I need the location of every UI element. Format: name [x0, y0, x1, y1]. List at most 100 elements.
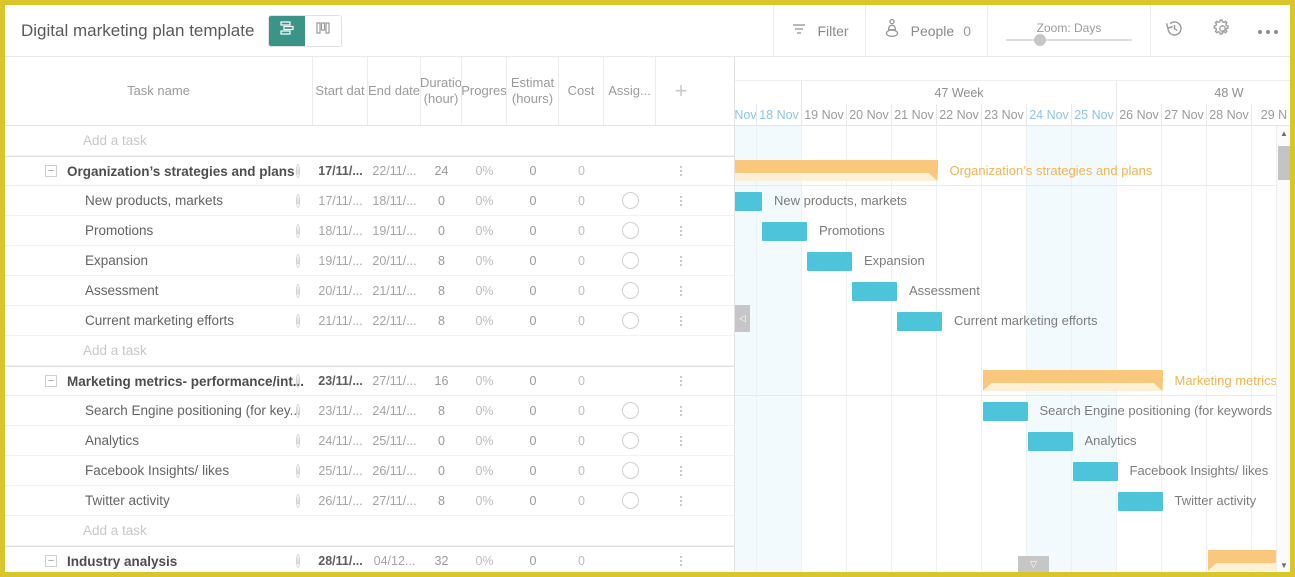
row-menu-button[interactable] — [680, 225, 682, 236]
task-group-row[interactable]: − Organization’s strategies and plans i 17/… — [5, 156, 734, 186]
add-task-row[interactable]: Add a task — [5, 336, 734, 366]
table-row[interactable]: Analytics i 24/11/... 25/11/... 0 0% 0 0 — [5, 426, 734, 456]
assignee-avatar-placeholder[interactable] — [621, 312, 639, 329]
assignee-cell — [604, 216, 656, 245]
assignee-avatar-placeholder[interactable] — [621, 282, 639, 299]
row-menu-button[interactable] — [680, 556, 682, 566]
table-row[interactable]: Current marketing efforts i 21/11/... 22/11… — [5, 306, 734, 336]
row-menu-button[interactable] — [680, 285, 682, 296]
table-row[interactable]: Expansion i 19/11/... 20/11/... 8 0% 0 0 — [5, 246, 734, 276]
group-collapse-toggle[interactable]: − — [45, 555, 57, 567]
column-header-end[interactable]: End date — [368, 57, 421, 125]
gantt-task-bar[interactable] — [735, 192, 762, 211]
table-row[interactable]: Search Engine positioning (for key... i 23… — [5, 396, 734, 426]
gantt-task-bar[interactable] — [897, 312, 942, 331]
info-icon[interactable]: i — [295, 493, 301, 508]
history-button[interactable] — [1150, 5, 1198, 56]
column-header-cost[interactable]: Cost — [559, 57, 604, 125]
info-icon[interactable]: i — [295, 223, 301, 238]
gantt-task-bar[interactable] — [852, 282, 897, 301]
gantt-day-header: 19 Nov — [802, 104, 847, 126]
add-task-label[interactable]: Add a task — [83, 343, 147, 358]
column-header-name[interactable]: Task name — [5, 57, 313, 125]
table-row[interactable]: Assessment i 20/11/... 21/11/... 8 0% 0 0 — [5, 276, 734, 306]
info-icon[interactable]: i — [295, 253, 301, 268]
table-row[interactable]: Facebook Insights/ likes i 25/11/... 26/11/… — [5, 456, 734, 486]
row-menu-button[interactable] — [680, 376, 682, 386]
scroll-down-arrow[interactable]: ▼ — [1277, 558, 1290, 572]
board-view-button[interactable] — [305, 15, 342, 46]
vertical-scrollbar[interactable]: ▲ ▼ — [1276, 126, 1290, 572]
gantt-task-bar[interactable] — [1027, 432, 1073, 451]
duration-cell: 8 — [421, 396, 462, 425]
cost-value: 0 — [578, 403, 585, 418]
zoom-slider-thumb[interactable] — [1034, 33, 1046, 46]
collapse-down-handle[interactable]: ▽ — [1018, 556, 1049, 572]
gantt-day-header: 24 Nov — [1027, 104, 1072, 126]
task-group-row[interactable]: − Marketing metrics- performance/int... i 2… — [5, 366, 734, 396]
start-date-cell: 18/11/... — [313, 216, 368, 245]
add-task-label[interactable]: Add a task — [83, 133, 147, 148]
gantt-task-bar[interactable] — [1117, 492, 1163, 511]
zoom-control[interactable]: Zoom: Days — [987, 5, 1150, 56]
info-icon[interactable]: i — [295, 283, 301, 298]
info-icon[interactable]: i — [295, 313, 301, 328]
column-header-duration[interactable]: Duratio (hour) — [421, 57, 462, 125]
task-name-wrap: − Industry analysis — [5, 554, 313, 569]
gantt-summary-bar[interactable] — [735, 160, 938, 181]
add-task-row[interactable]: Add a task — [5, 516, 734, 546]
more-options-button[interactable] — [1246, 5, 1290, 56]
table-row[interactable]: Promotions i 18/11/... 19/11/... 0 0% 0 0 — [5, 216, 734, 246]
filter-button[interactable]: Filter — [773, 5, 864, 56]
group-collapse-toggle[interactable]: − — [45, 375, 57, 387]
task-group-row[interactable]: − Industry analysis i 28/11/... 04/12... 32 0%… — [5, 546, 734, 572]
gantt-task-bar[interactable] — [762, 222, 807, 241]
row-menu-button[interactable] — [680, 465, 682, 476]
assignee-avatar-placeholder[interactable] — [621, 462, 639, 479]
add-task-label[interactable]: Add a task — [83, 523, 147, 538]
assignee-avatar-placeholder[interactable] — [621, 402, 639, 419]
column-header-estimate[interactable]: Estimat (hours) — [507, 57, 559, 125]
row-menu-button[interactable] — [680, 166, 682, 176]
row-menu-button[interactable] — [680, 405, 682, 416]
column-header-progress[interactable]: Progres — [462, 57, 507, 125]
row-menu-button[interactable] — [680, 315, 682, 326]
settings-button[interactable] — [1198, 5, 1246, 56]
row-menu-button[interactable] — [680, 435, 682, 446]
gantt-task-bar[interactable] — [807, 252, 852, 271]
gantt-task-bar[interactable] — [1072, 462, 1118, 481]
column-header-assignee[interactable]: Assig... — [604, 57, 656, 125]
group-collapse-toggle[interactable]: − — [45, 165, 57, 177]
table-row[interactable]: New products, markets i 17/11/... 18/11/...… — [5, 186, 734, 216]
scrollbar-thumb[interactable] — [1278, 146, 1290, 180]
gantt-task-bar[interactable] — [982, 402, 1028, 421]
column-header-start[interactable]: Start dat — [313, 57, 368, 125]
assignee-avatar-placeholder[interactable] — [621, 432, 639, 449]
people-button[interactable]: People 0 — [864, 5, 987, 56]
gantt-summary-bar[interactable] — [982, 370, 1163, 391]
table-row[interactable]: Twitter activity i 26/11/... 27/11/... 8 0% 0 0 — [5, 486, 734, 516]
task-name-wrap: Expansion — [5, 253, 313, 268]
assignee-avatar-placeholder[interactable] — [621, 492, 639, 509]
info-icon[interactable]: i — [295, 403, 301, 418]
row-menu-cell — [656, 276, 706, 305]
collapse-left-handle[interactable]: ◁ — [735, 305, 750, 332]
assignee-avatar-placeholder[interactable] — [621, 252, 639, 269]
estimate-value: 0 — [529, 403, 537, 418]
assignee-avatar-placeholder[interactable] — [621, 222, 639, 239]
info-icon[interactable]: i — [295, 193, 301, 208]
add-column-button[interactable]: + — [656, 57, 706, 125]
gantt-view-button[interactable] — [269, 15, 306, 46]
task-name-label: Organization’s strategies and plans — [67, 163, 295, 179]
info-icon[interactable]: i — [295, 433, 301, 448]
add-task-row[interactable]: Add a task — [5, 126, 734, 156]
scroll-up-arrow[interactable]: ▲ — [1277, 126, 1290, 140]
row-menu-button[interactable] — [680, 255, 682, 266]
cost-value: 0 — [578, 374, 585, 388]
info-icon[interactable]: i — [295, 463, 301, 478]
assignee-avatar-placeholder[interactable] — [621, 192, 639, 209]
zoom-slider-track[interactable] — [1006, 33, 1132, 46]
gantt-row — [735, 516, 1290, 546]
row-menu-button[interactable] — [680, 495, 682, 506]
row-menu-button[interactable] — [680, 195, 682, 206]
